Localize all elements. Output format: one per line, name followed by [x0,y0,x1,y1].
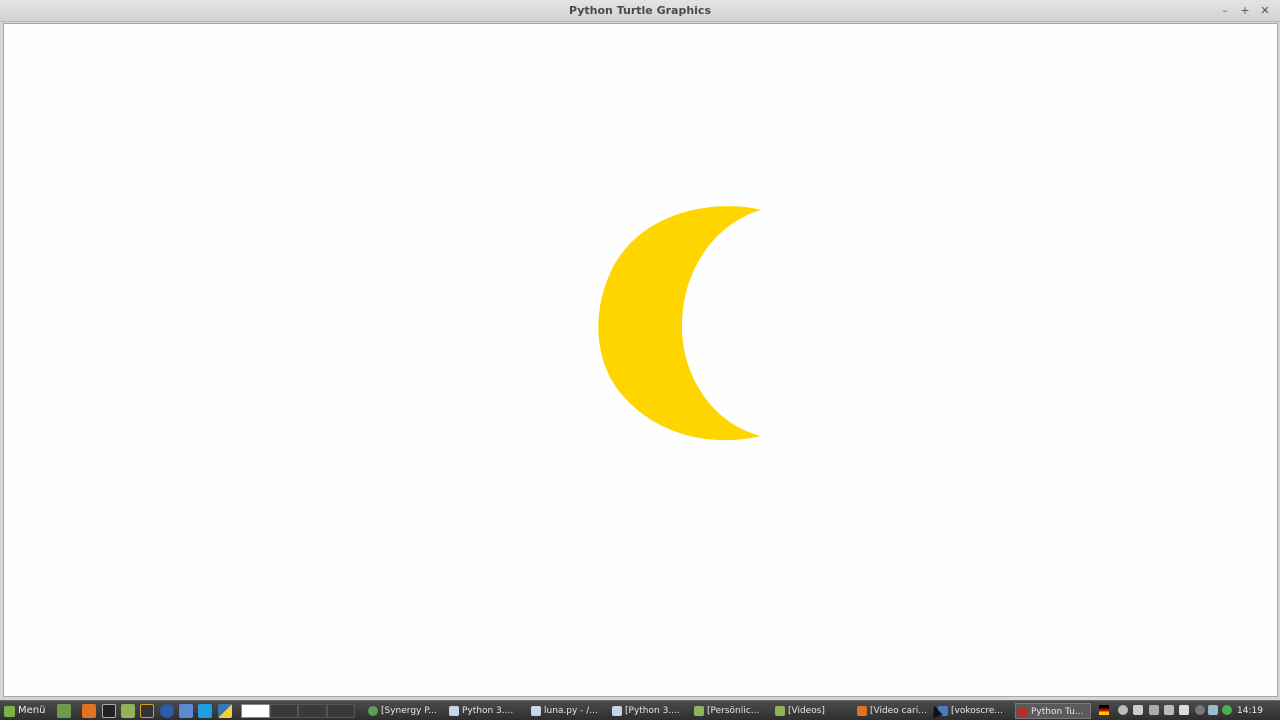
shield-icon[interactable] [1208,705,1218,715]
folder-icon [694,706,704,716]
german-flag-icon[interactable] [1099,705,1109,715]
task-python-shell[interactable]: Python 3.... [447,703,522,719]
network-icon[interactable] [1149,705,1159,715]
turtle-icon [1018,707,1028,717]
task-luna-py[interactable]: luna.py - /... [529,703,604,719]
task-label: [Synergy P... [381,706,437,716]
skype-icon[interactable] [198,704,212,718]
canvas-drawing [598,206,761,441]
terminal-icon[interactable] [102,704,116,718]
browser-icon[interactable] [160,704,174,718]
clipboard-icon[interactable] [1133,705,1143,715]
workspace-4[interactable] [326,704,355,718]
task-label: Python 3.... [462,706,514,716]
workspace-2[interactable] [269,704,298,718]
update-icon[interactable] [1222,705,1232,715]
synergy-icon [368,706,378,716]
task-synergy[interactable]: [Synergy P... [366,703,441,719]
task-video-firefox[interactable]: [Video cari... [855,703,930,719]
show-desktop-icon[interactable] [57,704,71,718]
task-label: [Video cari... [870,706,927,716]
firefox-icon [857,706,867,716]
workspace-1[interactable] [241,704,270,718]
record-icon[interactable] [1195,705,1205,715]
folder-icon [775,706,785,716]
firefox-icon[interactable] [82,704,96,718]
display-icon[interactable] [179,704,193,718]
minimize-button[interactable]: – [1217,3,1233,19]
editor-icon [449,706,459,716]
task-label: luna.py - /... [544,706,598,716]
window-title: Python Turtle Graphics [568,4,712,17]
task-videos[interactable]: [Videos] [773,703,848,719]
workspace-3[interactable] [298,704,327,718]
maximize-button[interactable]: + [1237,3,1253,19]
task-label: [Python 3.... [625,706,680,716]
taskbar: Menü [Synergy P... Python 3.... luna.py … [0,700,1280,720]
task-label: [Videos] [788,706,825,716]
task-label: [Persönlic... [707,706,760,716]
files-icon[interactable] [121,704,135,718]
start-menu-button[interactable]: Menü [2,703,49,719]
clock[interactable]: 14:19 [1237,703,1263,719]
workspace-switcher[interactable] [241,704,355,718]
task-label: Python Tu... [1031,707,1084,717]
editor-icon [531,706,541,716]
task-persoenlich[interactable]: [Persönlic... [692,703,767,719]
crescent-moon-shape [598,206,761,441]
title-bar[interactable]: Python Turtle Graphics – + ✕ [0,0,1280,22]
close-button[interactable]: ✕ [1257,3,1273,19]
task-vokoscreen[interactable]: [vokoscre... [936,703,1011,719]
task-label: [vokoscre... [951,706,1004,716]
turtle-canvas[interactable] [3,23,1278,697]
user-icon[interactable] [1118,705,1128,715]
mint-logo-icon [4,706,15,717]
turtle-window: Python Turtle Graphics – + ✕ [0,0,1280,700]
start-menu-label: Menü [18,705,46,716]
task-python-turtle[interactable]: Python Tu... [1015,703,1091,719]
volume-icon[interactable] [1164,705,1174,715]
terminal-app-icon[interactable] [140,704,154,718]
task-python-3[interactable]: [Python 3.... [610,703,685,719]
editor-icon [612,706,622,716]
battery-icon[interactable] [1179,705,1189,715]
python-icon[interactable] [218,704,232,718]
